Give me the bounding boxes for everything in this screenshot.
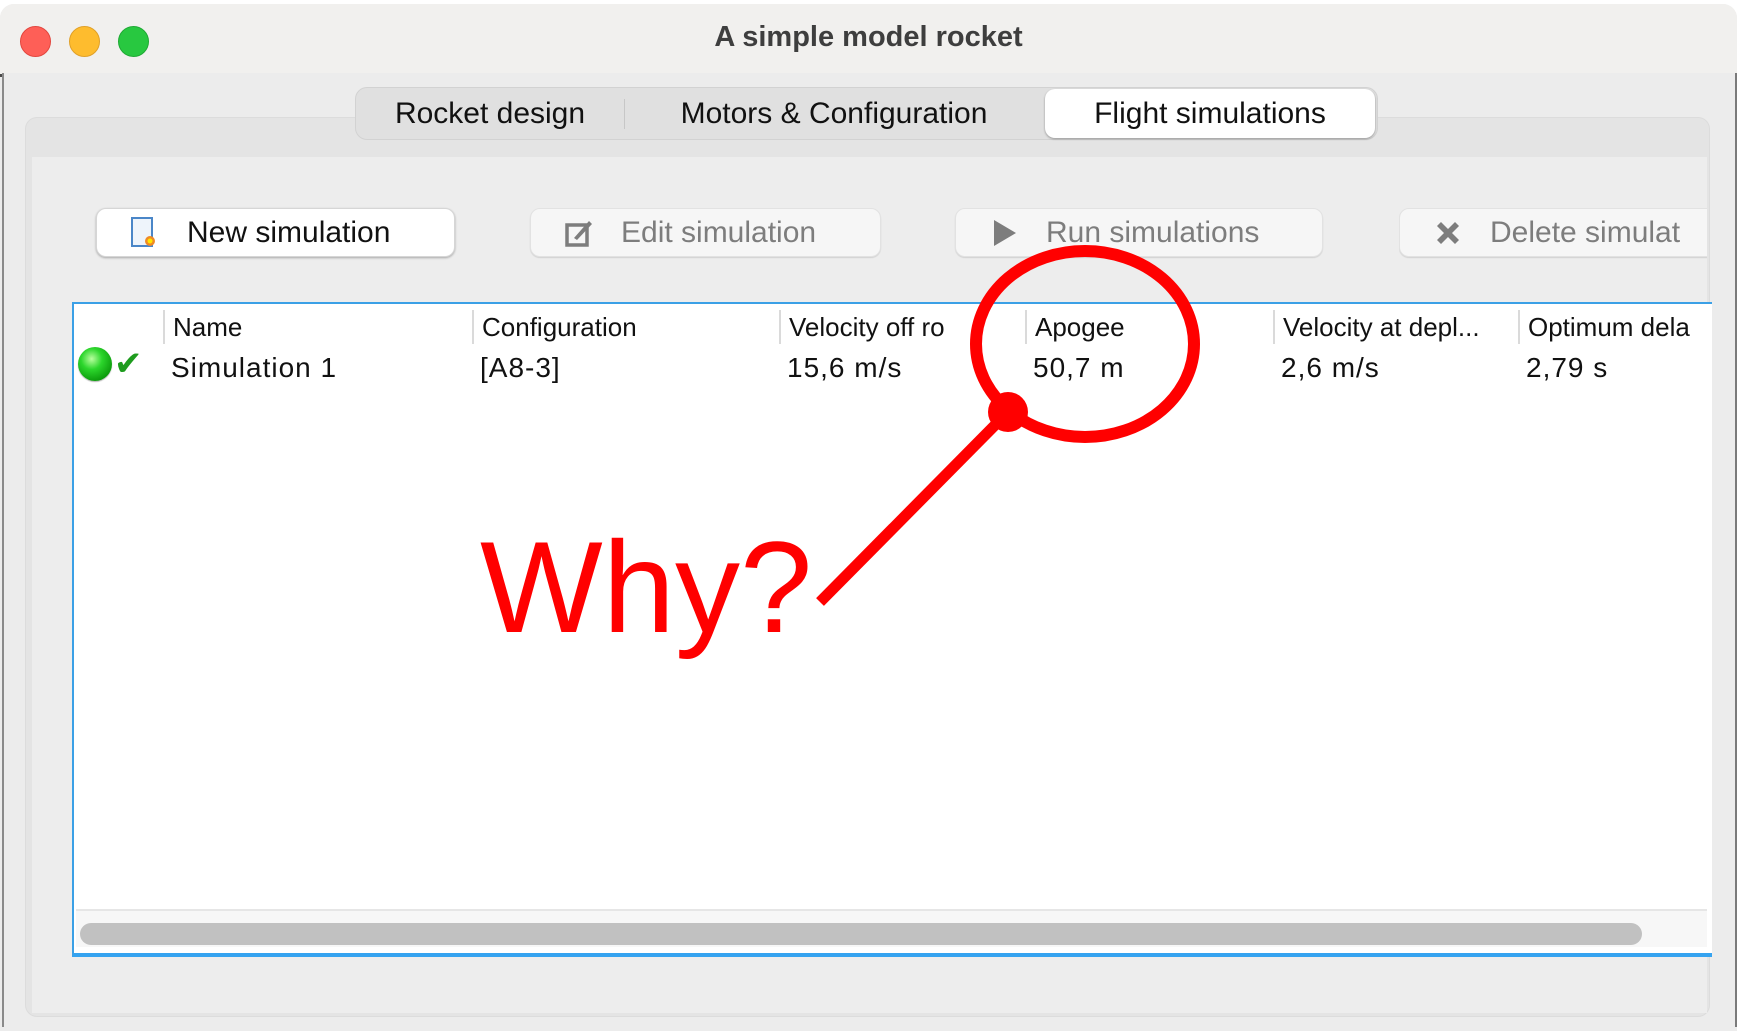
horizontal-scrollbar-thumb[interactable]	[80, 923, 1642, 945]
tab-bar: Rocket design Motors & Configuration Fli…	[355, 87, 1378, 140]
tab-motors-configuration[interactable]: Motors & Configuration	[625, 89, 1043, 138]
edit-simulation-label: Edit simulation	[621, 215, 817, 249]
edit-icon	[563, 217, 595, 249]
column-header-apogee[interactable]: Apogee	[1025, 310, 1273, 344]
checkmark-icon: ✔	[114, 344, 143, 384]
delete-x-icon	[1432, 217, 1464, 249]
column-header-optimum-delay[interactable]: Optimum dela	[1518, 310, 1707, 344]
column-header-configuration[interactable]: Configuration	[472, 310, 779, 344]
cell-optimum-delay: 2,79 s	[1526, 352, 1609, 383]
new-document-icon	[129, 216, 161, 249]
horizontal-scrollbar[interactable]	[76, 909, 1707, 947]
annotation-text: Why?	[480, 514, 813, 660]
play-icon	[988, 217, 1020, 249]
delete-button-clip: Delete simulat	[1399, 200, 1707, 270]
tab-flight-simulations[interactable]: Flight simulations	[1045, 89, 1375, 138]
cell-velocity-off-rod: 15,6 m/s	[787, 352, 903, 383]
cell-velocity-at-deployment: 2,6 m/s	[1281, 352, 1380, 383]
column-header-name[interactable]: Name	[163, 310, 472, 344]
simulations-table-viewport: Name Configuration Velocity off ro Apoge…	[72, 302, 1707, 957]
delete-simulation-button[interactable]: Delete simulat	[1399, 208, 1707, 257]
run-simulations-button[interactable]: Run simulations	[955, 208, 1323, 257]
delete-simulation-label: Delete simulat	[1490, 215, 1681, 249]
cell-apogee: 50,7 m	[1033, 352, 1125, 383]
run-simulations-label: Run simulations	[1046, 215, 1260, 249]
column-header-velocity-off-rod[interactable]: Velocity off ro	[779, 310, 1025, 344]
new-simulation-label: New simulation	[187, 215, 391, 249]
cell-name: Simulation 1	[171, 352, 338, 383]
column-header-velocity-at-deployment[interactable]: Velocity at depl...	[1273, 310, 1518, 344]
tab-rocket-design[interactable]: Rocket design	[356, 89, 624, 138]
window-title: A simple model rocket	[714, 21, 1023, 53]
title-bar[interactable]: A simple model rocket	[0, 4, 1737, 77]
cell-configuration: [A8-3]	[480, 352, 561, 383]
green-ball-icon	[78, 347, 112, 381]
new-simulation-button[interactable]: New simulation	[96, 208, 455, 257]
edit-simulation-button[interactable]: Edit simulation	[530, 208, 881, 257]
